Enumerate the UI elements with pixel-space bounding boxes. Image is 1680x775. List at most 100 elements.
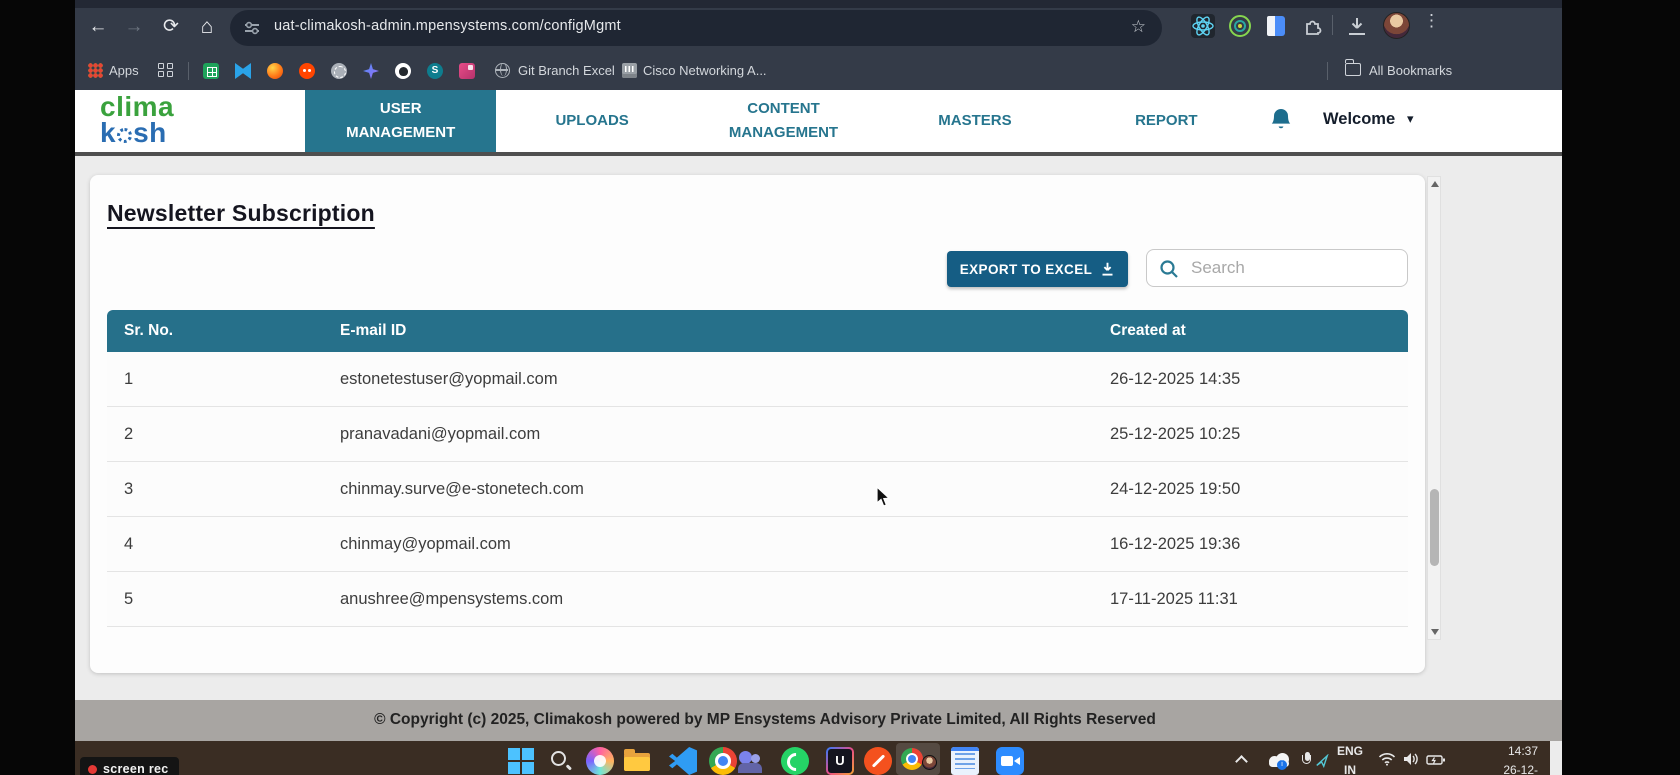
file-explorer-icon[interactable]	[623, 747, 651, 775]
cisco-favicon[interactable]	[622, 63, 637, 78]
back-icon[interactable]: ←	[83, 12, 113, 42]
tab-content-management[interactable]: CONTENT MANAGEMENT	[688, 90, 879, 152]
header-created: Created at	[1110, 322, 1408, 340]
volume-icon[interactable]	[1403, 752, 1419, 771]
table-row: 5 anushree@mpensystems.com 17-11-2025 11…	[107, 572, 1408, 627]
sheets-favicon[interactable]	[203, 63, 219, 79]
wifi-icon[interactable]	[1378, 752, 1396, 771]
page-content: Newsletter Subscription EXPORT TO EXCEL	[75, 156, 1562, 700]
chevron-down-icon[interactable]: ▾	[1407, 111, 1414, 127]
subscriptions-table: Sr. No. E-mail ID Created at 1 estonetes…	[107, 310, 1408, 627]
cell-email: pranavadani@yopmail.com	[340, 425, 1110, 444]
battery-icon[interactable]	[1426, 753, 1446, 771]
bookmark-grid-icon[interactable]	[158, 63, 173, 78]
teams-icon[interactable]	[736, 747, 764, 775]
forward-icon[interactable]: →	[119, 12, 149, 42]
search-icon	[1159, 259, 1179, 279]
start-icon[interactable]	[507, 747, 535, 775]
mail-favicon[interactable]	[235, 63, 251, 79]
forms-favicon[interactable]	[459, 63, 475, 79]
notification-bell-icon[interactable]	[1269, 108, 1293, 134]
cell-sr: 3	[107, 480, 340, 499]
scroll-down-icon[interactable]	[1431, 629, 1439, 635]
vscode-icon[interactable]	[669, 747, 697, 775]
cell-email: estonetestuser@yopmail.com	[340, 370, 1110, 389]
zoom-icon[interactable]	[996, 747, 1024, 775]
page-title: Newsletter Subscription	[107, 200, 375, 227]
address-bar[interactable]: uat-climakosh-admin.mpensystems.com/conf…	[230, 10, 1162, 46]
apps-label[interactable]: Apps	[109, 63, 139, 78]
reddit-favicon[interactable]	[299, 63, 315, 79]
all-bookmarks-label[interactable]: All Bookmarks	[1369, 63, 1452, 78]
taskbar-search-icon[interactable]	[547, 747, 575, 775]
firefox-favicon[interactable]	[267, 63, 283, 79]
all-bookmarks-folder-icon[interactable]	[1345, 63, 1361, 76]
language-code: ENG	[1333, 744, 1367, 759]
bookmark-item[interactable]: Git Branch Excel	[518, 63, 615, 78]
header-sr-no: Sr. No.	[107, 322, 340, 340]
site-info-icon[interactable]	[243, 19, 261, 37]
search-input[interactable]	[1191, 250, 1401, 286]
pen-app-icon[interactable]	[864, 747, 892, 775]
screen-rec-label: screen rec	[103, 762, 169, 775]
cell-email: chinmay.surve@e-stonetech.com	[340, 480, 1110, 499]
logo-sh: sh	[133, 117, 167, 148]
export-to-excel-button[interactable]: EXPORT TO EXCEL	[947, 251, 1128, 287]
cell-email: anushree@mpensystems.com	[340, 590, 1110, 609]
sharepoint-favicon[interactable]: S	[427, 63, 443, 79]
onedrive-icon[interactable]: i	[1267, 753, 1291, 767]
gemini-favicon[interactable]	[363, 63, 379, 79]
apps-icon[interactable]	[88, 63, 103, 78]
extensions-puzzle-icon[interactable]	[1301, 14, 1325, 38]
book-extension-icon[interactable]	[1264, 14, 1288, 38]
table-header-row: Sr. No. E-mail ID Created at	[107, 310, 1408, 352]
microphone-icon[interactable]	[1302, 752, 1312, 768]
bookmark-star-icon[interactable]: ☆	[1131, 17, 1146, 37]
copilot-icon[interactable]	[586, 747, 614, 775]
tab-report[interactable]: REPORT	[1071, 90, 1262, 152]
intellij-icon[interactable]: U	[826, 747, 854, 775]
welcome-menu[interactable]: Welcome	[1323, 110, 1395, 129]
toolbar-divider	[1332, 15, 1333, 35]
cell-created: 24-12-2025 19:50	[1110, 480, 1408, 499]
mouse-cursor	[876, 486, 892, 508]
browser-tabstrip	[75, 0, 1562, 8]
newsletter-card: Newsletter Subscription EXPORT TO EXCEL	[90, 175, 1425, 673]
chrome-profile-window-icon[interactable]	[896, 743, 940, 775]
taskbar-clock[interactable]: 14:37 26-12-2025	[1483, 744, 1538, 775]
browser-menu-icon[interactable]: ⋮	[1423, 11, 1440, 31]
target-extension-icon[interactable]	[1228, 14, 1252, 38]
notepad-icon[interactable]	[951, 747, 979, 775]
bookmark-item[interactable]: Cisco Networking A...	[643, 63, 767, 78]
home-icon[interactable]: ⌂	[192, 12, 222, 42]
openai-favicon[interactable]	[331, 63, 347, 79]
whatsapp-icon[interactable]	[781, 747, 809, 775]
language-indicator[interactable]: ENG IN	[1333, 744, 1367, 775]
scrollbar-thumb[interactable]	[1430, 489, 1439, 566]
logo-k: k	[100, 117, 116, 148]
reload-icon[interactable]: ⟳	[156, 12, 186, 42]
cell-sr: 5	[107, 590, 340, 609]
logo-gear-icon	[117, 128, 132, 143]
climakosh-logo[interactable]: clima ksh	[100, 94, 174, 146]
location-icon[interactable]	[1315, 754, 1329, 773]
tab-user-management[interactable]: USER MANAGEMENT	[305, 90, 496, 152]
url-text[interactable]: uat-climakosh-admin.mpensystems.com/conf…	[274, 18, 621, 34]
github-favicon[interactable]	[395, 63, 411, 79]
table-row: 2 pranavadani@yopmail.com 25-12-2025 10:…	[107, 407, 1408, 462]
globe-favicon[interactable]	[495, 63, 510, 78]
site-navbar: clima ksh USER MANAGEMENT UPLOADS CONTEN…	[75, 90, 1562, 152]
windows-taskbar: U i ENG IN	[75, 741, 1550, 775]
vertical-scrollbar[interactable]	[1427, 176, 1441, 640]
tab-uploads[interactable]: UPLOADS	[496, 90, 687, 152]
tray-chevron-icon[interactable]	[1235, 755, 1248, 768]
scroll-up-icon[interactable]	[1431, 181, 1439, 187]
downloads-icon[interactable]	[1345, 14, 1369, 38]
table-row: 4 chinmay@yopmail.com 16-12-2025 19:36	[107, 517, 1408, 572]
react-devtools-icon[interactable]	[1191, 14, 1215, 38]
chrome-icon[interactable]	[709, 747, 737, 775]
tab-masters[interactable]: MASTERS	[879, 90, 1070, 152]
browser-profile-avatar[interactable]	[1383, 12, 1410, 39]
browser-toolbar: ← → ⟳ ⌂ uat-climakosh-admin.mpensystems.…	[75, 0, 1562, 90]
header-email: E-mail ID	[340, 322, 1110, 340]
